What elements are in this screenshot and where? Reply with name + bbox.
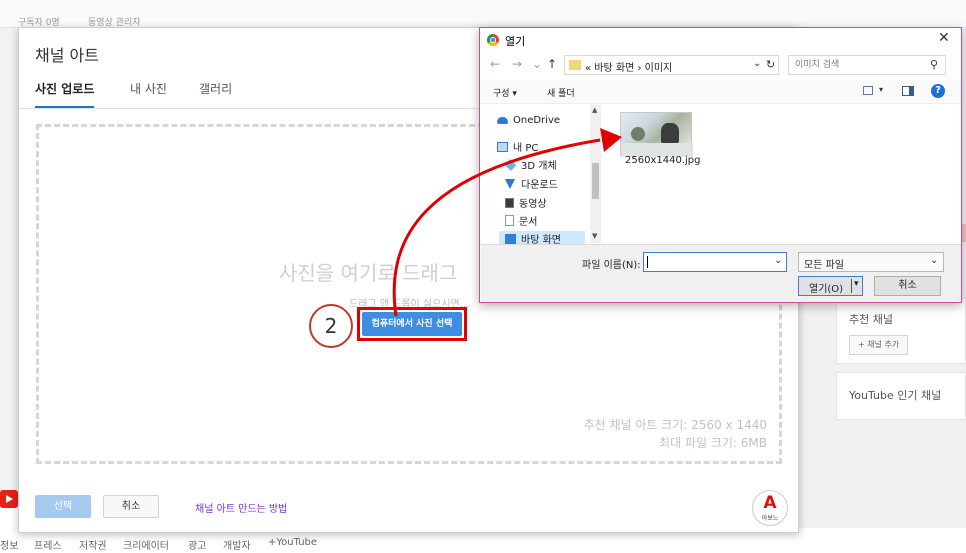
folder-icon: [569, 60, 581, 70]
nav-item-label: OneDrive: [513, 115, 561, 126]
file-type-filter[interactable]: 모든 파일 ⌄: [798, 252, 944, 272]
brand-mark: A: [763, 493, 777, 513]
thumbnail-detail: [631, 127, 645, 141]
document-icon: [505, 215, 514, 226]
cube-icon: [504, 159, 517, 171]
filename-input[interactable]: ⌄: [643, 252, 787, 272]
nav-item-label: 내 PC: [513, 143, 539, 154]
nav-item-label: 동영상: [519, 199, 547, 210]
nav-item-my-pc[interactable]: 내 PC: [497, 139, 538, 155]
search-input[interactable]: [795, 58, 925, 72]
how-to-make-channel-art-link[interactable]: 채널 아트 만드는 방법: [195, 500, 287, 515]
footer-link[interactable]: 정보: [0, 537, 18, 552]
thumbnail-detail: [661, 123, 679, 143]
popular-channels-title: YouTube 인기 채널: [849, 389, 942, 402]
chevron-down-icon[interactable]: ⌄: [774, 255, 782, 266]
view-dropdown-icon[interactable]: ▾: [879, 85, 883, 94]
close-icon[interactable]: ✕: [938, 30, 950, 46]
up-folder-icon[interactable]: ↑: [547, 57, 557, 71]
file-dialog-title: 열기: [505, 35, 526, 48]
nav-item-videos[interactable]: 동영상: [505, 195, 547, 211]
recommended-channels-title: 추천 채널: [849, 313, 893, 326]
brand-logo-icon: A 아보느: [752, 490, 788, 526]
address-path: « 바탕 화면 › 이미지: [585, 63, 673, 74]
cloud-icon: [497, 117, 508, 124]
footer-link[interactable]: 프레스: [34, 537, 62, 552]
navigation-scrollbar[interactable]: ▲ ▼: [590, 105, 601, 243]
background-left-strip: [0, 28, 18, 498]
background-top-bar: 구독자 0명 동영상 관리자: [0, 0, 966, 28]
dialog-title: 채널 아트: [35, 46, 99, 65]
file-thumbnail[interactable]: [620, 112, 693, 157]
select-button[interactable]: 선택: [35, 495, 91, 518]
chrome-icon: [487, 34, 499, 46]
nav-item-documents[interactable]: 문서: [505, 213, 537, 229]
open-button-label: 열기(O): [809, 284, 844, 295]
drop-instruction: 사진을 여기로 드래그: [279, 261, 458, 285]
annotation-step-number: 2: [309, 304, 353, 348]
new-folder-button[interactable]: 새 폴더: [547, 86, 575, 99]
footer-link[interactable]: 광고: [188, 537, 206, 552]
scrollbar-thumb[interactable]: [592, 163, 599, 199]
recommended-channels-card: 추천 채널 + 채널 추가: [836, 298, 966, 364]
address-bar[interactable]: « 바탕 화면 › 이미지 ⌄ ↻: [564, 55, 779, 75]
select-from-computer-button[interactable]: 컴퓨터에서 사진 선택: [362, 312, 462, 336]
nav-item-onedrive[interactable]: OneDrive: [497, 115, 560, 131]
help-icon[interactable]: ?: [931, 84, 945, 98]
computer-icon: [497, 142, 508, 152]
nav-item-label: 3D 개체: [521, 161, 557, 172]
footer-link[interactable]: 크리에이터: [123, 537, 169, 552]
scroll-down-icon[interactable]: ▼: [592, 232, 597, 240]
desktop-icon: [505, 234, 516, 244]
scroll-up-icon[interactable]: ▲: [592, 106, 597, 114]
search-box: ⚲: [788, 55, 946, 75]
open-button[interactable]: 열기(O) ▾: [798, 276, 863, 296]
file-dialog-bottom-pane: 파일 이름(N): ⌄ 모든 파일 ⌄ 열기(O) ▾ 취소: [481, 244, 961, 302]
file-dialog-toolbar: 구성 ▾ 새 폴더 ▾ ?: [481, 80, 961, 104]
file-dialog-cancel-button[interactable]: 취소: [874, 276, 941, 296]
popular-channels-card: YouTube 인기 채널: [836, 372, 966, 420]
youtube-logo-icon: [0, 490, 18, 508]
recommended-size-text: 추천 채널 아트 크기: 2560 x 1440: [583, 418, 767, 432]
download-icon: [505, 179, 515, 189]
file-type-value: 모든 파일: [804, 260, 844, 271]
tab-upload-photo[interactable]: 사진 업로드: [35, 80, 95, 108]
nav-item-label: 문서: [519, 217, 538, 228]
chevron-down-icon[interactable]: ⌄: [753, 58, 761, 69]
nav-item-label: 다운로드: [521, 180, 558, 191]
text-caret: [647, 256, 648, 268]
tab-gallery[interactable]: 갤러리: [199, 80, 232, 108]
footer-links: 정보 프레스 저작권 크리에이터 광고 개발자 +YouTube: [0, 536, 966, 553]
view-options-icon[interactable]: [863, 86, 873, 95]
video-icon: [505, 198, 514, 208]
organize-button[interactable]: 구성 ▾: [493, 86, 517, 99]
add-channel-button[interactable]: + 채널 추가: [849, 335, 909, 355]
nav-item-3d-objects[interactable]: 3D 개체: [504, 157, 557, 173]
open-file-dialog: 열기 ✕ ← → ⌄ ↑ « 바탕 화면 › 이미지 ⌄ ↻ ⚲ 구성 ▾ 새 …: [479, 27, 962, 303]
search-icon[interactable]: ⚲: [930, 58, 938, 71]
tab-my-photos[interactable]: 내 사진: [130, 80, 167, 108]
preview-pane-icon[interactable]: [902, 86, 914, 96]
footer-link[interactable]: 저작권: [79, 537, 107, 552]
footer-link[interactable]: 개발자: [223, 537, 251, 552]
open-dropdown-icon[interactable]: ▾: [854, 279, 859, 289]
refresh-icon[interactable]: ↻: [766, 58, 775, 71]
split-divider: [851, 279, 852, 293]
filename-label: 파일 이름(N):: [582, 260, 641, 271]
nav-item-downloads[interactable]: 다운로드: [505, 176, 558, 192]
cancel-button[interactable]: 취소: [103, 495, 159, 518]
back-icon[interactable]: ←: [490, 57, 500, 71]
forward-icon[interactable]: →: [512, 57, 522, 71]
recent-locations-icon[interactable]: ⌄: [532, 57, 542, 71]
navigation-pane: OneDrive 내 PC 3D 개체 다운로드 동영상 문서 바탕 화면 ▲ …: [481, 105, 601, 247]
footer-link[interactable]: +YouTube: [268, 537, 317, 548]
brand-text: 아보느: [761, 515, 779, 522]
file-name-label[interactable]: 2560x1440.jpg: [625, 155, 700, 166]
max-file-size-text: 최대 파일 크기: 6MB: [659, 436, 767, 450]
chevron-down-icon[interactable]: ⌄: [930, 255, 938, 266]
